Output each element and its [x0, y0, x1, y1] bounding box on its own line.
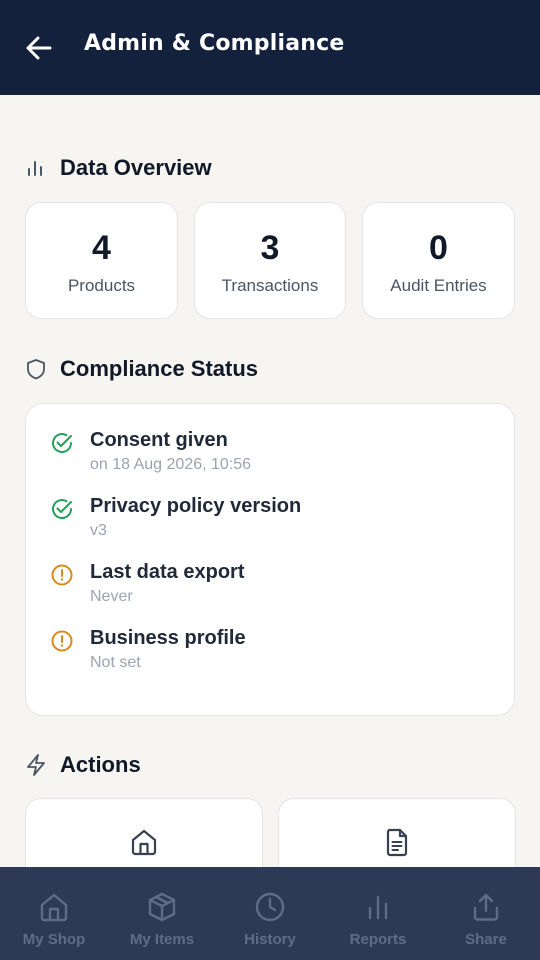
data-overview-title: Data Overview	[60, 155, 212, 180]
actions-title: Actions	[60, 752, 141, 777]
compliance-item-subtitle: on 18 Aug 2026, 10:56	[90, 456, 252, 473]
shield-icon	[24, 357, 48, 381]
nav-item-history[interactable]: History	[216, 867, 324, 960]
box-icon	[148, 892, 176, 922]
nav-label: History	[244, 931, 296, 948]
bottom-nav: My Shop My Items History Reports Share	[0, 867, 540, 960]
stat-label: Audit Entries	[390, 276, 487, 295]
compliance-item-title: Business profile	[90, 627, 246, 649]
home-icon	[40, 893, 68, 922]
nav-item-my-items[interactable]: My Items	[108, 867, 216, 960]
compliance-item-title: Privacy policy version	[90, 495, 302, 517]
nav-label: Reports	[349, 931, 407, 948]
check-circle-icon	[52, 499, 72, 519]
stat-value: 3	[260, 229, 280, 267]
compliance-item-subtitle: Never	[90, 588, 133, 605]
nav-item-reports[interactable]: Reports	[324, 867, 432, 960]
arrow-left-icon[interactable]	[24, 33, 54, 63]
alert-circle-icon	[51, 564, 73, 586]
clock-icon	[255, 892, 285, 922]
actions-header: Actions	[24, 752, 141, 778]
compliance-card: Consent given on 18 Aug 2026, 10:56 Priv…	[25, 403, 515, 716]
compliance-status-header: Compliance Status	[24, 356, 258, 382]
bar-chart-icon	[24, 156, 48, 180]
bar-chart-icon	[368, 895, 388, 920]
stat-card-transactions: 3 Transactions	[194, 202, 346, 319]
share-icon	[473, 893, 499, 921]
nav-item-my-shop[interactable]: My Shop	[0, 867, 108, 960]
nav-label: Share	[465, 931, 507, 948]
stat-value: 4	[92, 229, 111, 267]
nav-label: My Items	[129, 931, 195, 948]
alert-circle-icon	[51, 630, 73, 652]
document-icon	[386, 828, 408, 857]
compliance-item-subtitle: Not set	[90, 654, 141, 671]
compliance-item-subtitle: v3	[90, 522, 107, 539]
check-circle-icon	[52, 433, 72, 453]
page-title: Admin & Compliance	[84, 31, 345, 56]
compliance-item-title: Consent given	[90, 429, 228, 451]
stat-value: 0	[429, 229, 448, 267]
nav-item-share[interactable]: Share	[432, 867, 540, 960]
app-bar: Admin & Compliance	[0, 0, 540, 95]
stat-card-audit-entries: 0 Audit Entries	[362, 202, 515, 319]
compliance-item-title: Last data export	[90, 561, 245, 583]
lightning-icon	[24, 753, 48, 777]
compliance-status-title: Compliance Status	[60, 356, 259, 381]
stat-card-products: 4 Products	[25, 202, 178, 319]
nav-label: My Shop	[22, 931, 86, 948]
stat-label: Products	[67, 276, 136, 295]
stat-label: Transactions	[221, 276, 319, 295]
home-icon	[131, 829, 157, 856]
data-overview-header: Data Overview	[24, 155, 212, 181]
